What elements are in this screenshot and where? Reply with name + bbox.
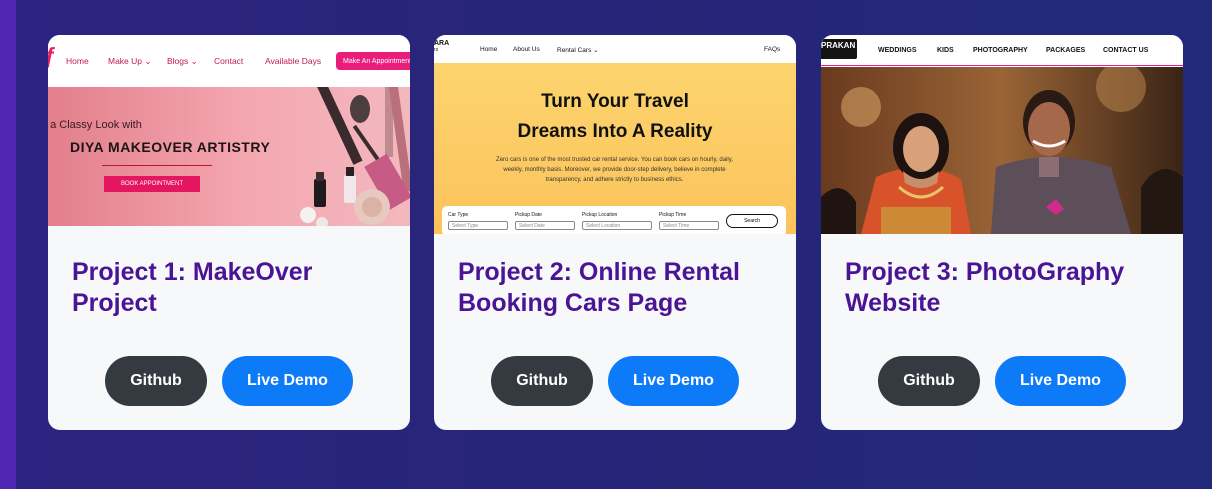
makeover-nav-home: Home <box>66 56 89 66</box>
pickup-time-select: Select Time <box>659 221 719 230</box>
project-2-title: Project 2: Online Rental Booking Cars Pa… <box>458 258 741 317</box>
pickup-location-select: Select Location <box>582 221 652 230</box>
project-2-screenshot: ARA rs Home About Us Rental Cars ⌄ FAQs T… <box>434 35 796 234</box>
project-card-2: ARA rs Home About Us Rental Cars ⌄ FAQs T… <box>434 35 796 430</box>
makeover-hero: t a Classy Look with DIYA MAKEOVER ARTIS… <box>48 87 410 226</box>
rental-search-button: Search <box>726 214 778 228</box>
cosmetics-illustration <box>300 87 410 226</box>
project-card-3: PRAKAN WEDDINGS KIDS PHOTOGRAPHY PACKAGE… <box>821 35 1183 430</box>
rental-nav-home: Home <box>480 46 498 53</box>
makeover-nav-days: Available Days <box>265 56 322 66</box>
car-type-select: Select Type <box>448 221 508 230</box>
photo-nav-packages: PACKAGES <box>1046 47 1086 54</box>
project-2-github-button[interactable]: Github <box>491 356 593 406</box>
project-2-live-demo-button[interactable]: Live Demo <box>608 356 739 406</box>
project-1-screenshot: ƒ Home Make Up ⌄ Blogs ⌄ Contact Availab… <box>48 35 410 226</box>
rental-site-nav: ARA rs Home About Us Rental Cars ⌄ FAQs <box>434 35 796 63</box>
rental-heading-line2: Dreams Into A Reality <box>517 121 713 142</box>
project-1-live-demo-button[interactable]: Live Demo <box>222 356 353 406</box>
pickup-date-label: Pickup Date <box>515 212 542 218</box>
couple-photo <box>821 67 1183 234</box>
photo-nav-kids: KIDS <box>937 47 954 54</box>
project-1-github-button[interactable]: Github <box>105 356 207 406</box>
project-3-live-demo-button[interactable]: Live Demo <box>995 356 1126 406</box>
project-card-1: ƒ Home Make Up ⌄ Blogs ⌄ Contact Availab… <box>48 35 410 430</box>
rental-description: Zero cars is one of the most trusted car… <box>496 157 733 183</box>
rental-hero: Turn Your Travel Dreams Into A Reality Z… <box>434 63 796 234</box>
page-left-edge <box>0 0 16 489</box>
photo-nav-weddings: WEDDINGS <box>878 47 917 54</box>
makeover-divider <box>102 165 212 166</box>
photography-site-nav: PRAKAN WEDDINGS KIDS PHOTOGRAPHY PACKAGE… <box>821 35 1183 66</box>
makeover-site-nav: ƒ Home Make Up ⌄ Blogs ⌄ Contact Availab… <box>48 35 410 87</box>
rental-search-form: Car Type Pickup Date Pickup Location Pic… <box>442 206 786 234</box>
project-3-github-button[interactable]: Github <box>878 356 980 406</box>
project-1-title: Project 1: MakeOver Project <box>72 258 313 317</box>
makeover-appointment-button: Make An Appointment <box>336 52 410 70</box>
rental-logo: ARA rs <box>434 40 450 53</box>
makeover-nav-makeup: Make Up ⌄ <box>108 56 152 66</box>
photography-logo: PRAKAN <box>821 39 857 59</box>
project-3-screenshot: PRAKAN WEDDINGS KIDS PHOTOGRAPHY PACKAGE… <box>821 35 1183 234</box>
pickup-location-label: Pickup Location <box>582 212 618 218</box>
rental-nav-about: About Us <box>513 46 540 53</box>
project-3-title: Project 3: PhotoGraphy Website <box>845 258 1125 317</box>
pickup-time-label: Pickup Time <box>659 212 687 218</box>
photo-nav-photography: PHOTOGRAPHY <box>973 47 1028 54</box>
makeover-heading: DIYA MAKEOVER ARTISTRY <box>70 139 271 155</box>
makeover-nav-blogs: Blogs ⌄ <box>167 56 198 66</box>
rental-nav-cars: Rental Cars ⌄ <box>557 47 599 54</box>
makeover-logo: ƒ <box>48 43 57 68</box>
makeover-tagline: t a Classy Look with <box>48 119 142 131</box>
photo-nav-contact: CONTACT US <box>1103 47 1149 54</box>
rental-nav-faqs: FAQs <box>764 46 781 53</box>
pickup-date-select: Select Date <box>515 221 575 230</box>
rental-heading-line1: Turn Your Travel <box>541 91 689 112</box>
makeover-nav-contact: Contact <box>214 56 244 66</box>
car-type-label: Car Type <box>448 212 469 218</box>
makeover-book-button: BOOK APPOINTMENT <box>104 176 200 192</box>
